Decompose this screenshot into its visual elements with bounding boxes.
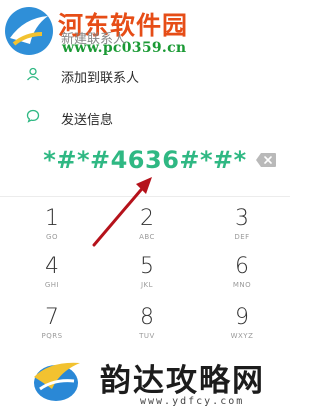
key-digit: 6: [235, 254, 249, 279]
backspace-icon[interactable]: [255, 152, 277, 168]
key-letters: WXYZ: [230, 332, 254, 340]
key-digit: 7: [45, 305, 59, 330]
menu-item-label: 发送信息: [61, 113, 114, 128]
key-digit: 5: [140, 254, 154, 279]
key-letters: DEF: [234, 233, 250, 241]
key-9[interactable]: 9 WXYZ: [194, 305, 290, 349]
key-letters: JKL: [140, 281, 154, 289]
keypad-divider: [0, 196, 290, 197]
message-bubble-icon: [26, 109, 40, 123]
bottom-watermark-url: www.ydfcy.com: [140, 396, 245, 407]
person-icon: [27, 67, 39, 81]
key-letters: GHI: [44, 281, 60, 289]
key-digit: 1: [45, 206, 59, 231]
key-digit: 9: [235, 305, 249, 330]
key-digit: 2: [140, 206, 154, 231]
key-7[interactable]: 7 PQRS: [4, 305, 100, 349]
menu-item-new-contact-label: 新建联系人: [61, 32, 127, 47]
bottom-watermark-title: 韵达攻略网: [100, 363, 265, 399]
menu-item-add-to-contacts[interactable]: 添加到联系人: [0, 56, 290, 96]
key-digit: 8: [140, 305, 154, 330]
key-letters: PQRS: [41, 332, 63, 340]
key-1[interactable]: 1 GO: [4, 206, 100, 250]
key-2[interactable]: 2 ABC: [99, 206, 195, 250]
menu-item-send-message[interactable]: 发送信息: [0, 97, 290, 137]
key-letters: ABC: [139, 233, 155, 241]
key-letters: GO: [46, 233, 58, 241]
key-letters: MNO: [232, 281, 252, 289]
key-5[interactable]: 5 JKL: [99, 254, 195, 298]
key-4[interactable]: 4 GHI: [4, 254, 100, 298]
key-digit: 3: [235, 206, 249, 231]
key-8[interactable]: 8 TUV: [99, 305, 195, 349]
key-3[interactable]: 3 DEF: [194, 206, 290, 250]
key-6[interactable]: 6 MNO: [194, 254, 290, 298]
key-digit: 4: [45, 254, 59, 279]
menu-item-label: 添加到联系人: [61, 71, 140, 86]
dial-number-input[interactable]: *#*#4636#*#*: [0, 146, 290, 174]
key-letters: TUV: [139, 332, 155, 340]
site-logo-icon: [5, 7, 53, 55]
bottom-logo-icon: [34, 362, 80, 401]
